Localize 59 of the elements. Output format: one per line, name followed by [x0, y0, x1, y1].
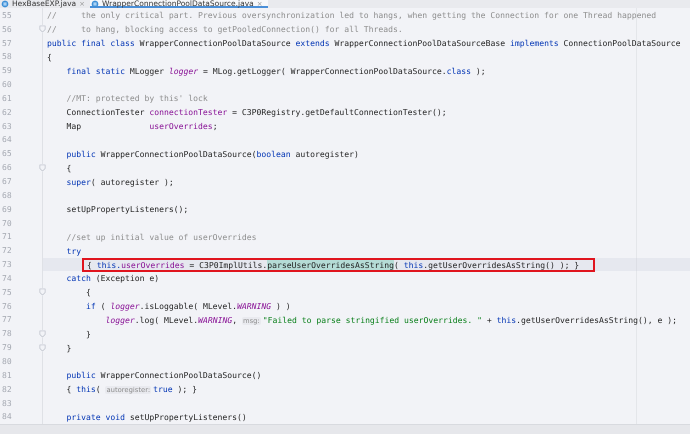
- code-line: { this.userOverrides = C3P0ImplUtils.parseUserOverridesAsString( this.getUserOverridesAsString() ); }: [86, 260, 580, 270]
- code-line: if ( logger.isLoggable( MLevel.WARNING ) ): [86, 301, 291, 312]
- code-line: //set up initial value of userOverrides: [66, 232, 257, 242]
- line-number: 61: [1, 94, 12, 103]
- line-number: 63: [1, 122, 12, 131]
- fold-marker-icon[interactable]: [39, 344, 46, 352]
- java-file-icon: [1, 0, 9, 8]
- code-line: final static MLogger logger = MLog.getLogger( WrapperConnectionPoolDataSource.class );: [66, 66, 486, 76]
- fold-marker-icon[interactable]: [39, 330, 46, 338]
- code-line: setUpPropertyListeners();: [66, 204, 188, 214]
- code-line: // to hang, blocking access to getPooledConnection() for all Threads.: [47, 24, 403, 34]
- line-number: 69: [1, 204, 12, 214]
- line-number: 55: [1, 10, 12, 20]
- code-line: Map userOverrides;: [66, 121, 218, 132]
- line-number: 73: [1, 260, 12, 270]
- line-number: 84: [1, 412, 12, 422]
- line-number: 66: [1, 163, 12, 172]
- line-number: 68: [1, 190, 12, 200]
- line-number: 59: [1, 66, 12, 76]
- line-number: 74: [1, 274, 12, 283]
- line-number: 78: [1, 329, 12, 338]
- line-number: 82: [1, 384, 12, 394]
- code-line: }: [66, 342, 72, 353]
- line-number: 64: [1, 135, 12, 144]
- line-number: 58: [1, 52, 12, 62]
- line-number: 83: [1, 398, 12, 408]
- fold-marker-icon[interactable]: [39, 25, 46, 34]
- line-number: 71: [1, 232, 12, 242]
- fold-marker-icon[interactable]: [39, 288, 46, 296]
- line-number: 72: [1, 246, 12, 256]
- line-number: 60: [1, 80, 12, 90]
- line-number: 67: [1, 177, 12, 186]
- code-line: super( autoregister );: [66, 176, 174, 186]
- code-line: {: [86, 287, 91, 298]
- line-number: 57: [1, 38, 12, 48]
- line-number: 62: [1, 108, 12, 117]
- line-number: 80: [1, 356, 12, 366]
- code-line: // the only critical part. Previous oversynchronization led to hangs, when getting the Connection for one Thread happened: [47, 10, 656, 20]
- code-line: private void setUpPropertyListeners(): [66, 412, 247, 422]
- code-line: {: [66, 162, 72, 173]
- code-line: public final class WrapperConnectionPoolDataSource extends WrapperConnectionPoolDataSourceBase implements ConnectionPoolDataSource: [47, 38, 681, 48]
- code-line: catch (Exception e): [66, 273, 160, 284]
- code-line: }: [86, 328, 91, 339]
- line-number: 76: [1, 302, 12, 311]
- code-line: {: [47, 52, 52, 62]
- line-number: 77: [1, 315, 12, 324]
- fold-marker-icon[interactable]: [39, 164, 46, 172]
- code-line: //MT: protected by this' lock: [66, 93, 208, 104]
- java-file-icon: [91, 0, 100, 8]
- code-line: public WrapperConnectionPoolDataSource(boolean autoregister): [66, 148, 359, 159]
- line-number: 81: [1, 370, 12, 380]
- code-line: try: [66, 246, 82, 256]
- line-number: 79: [1, 343, 12, 352]
- line-number: 75: [1, 288, 12, 297]
- line-number: 65: [1, 149, 12, 158]
- code-line: public WrapperConnectionPoolDataSource(): [66, 370, 262, 380]
- line-number: 70: [1, 218, 12, 228]
- line-number: 56: [1, 24, 12, 34]
- code-line: ConnectionTester connectionTester = C3P0Registry.getDefaultConnectionTester();: [66, 107, 447, 118]
